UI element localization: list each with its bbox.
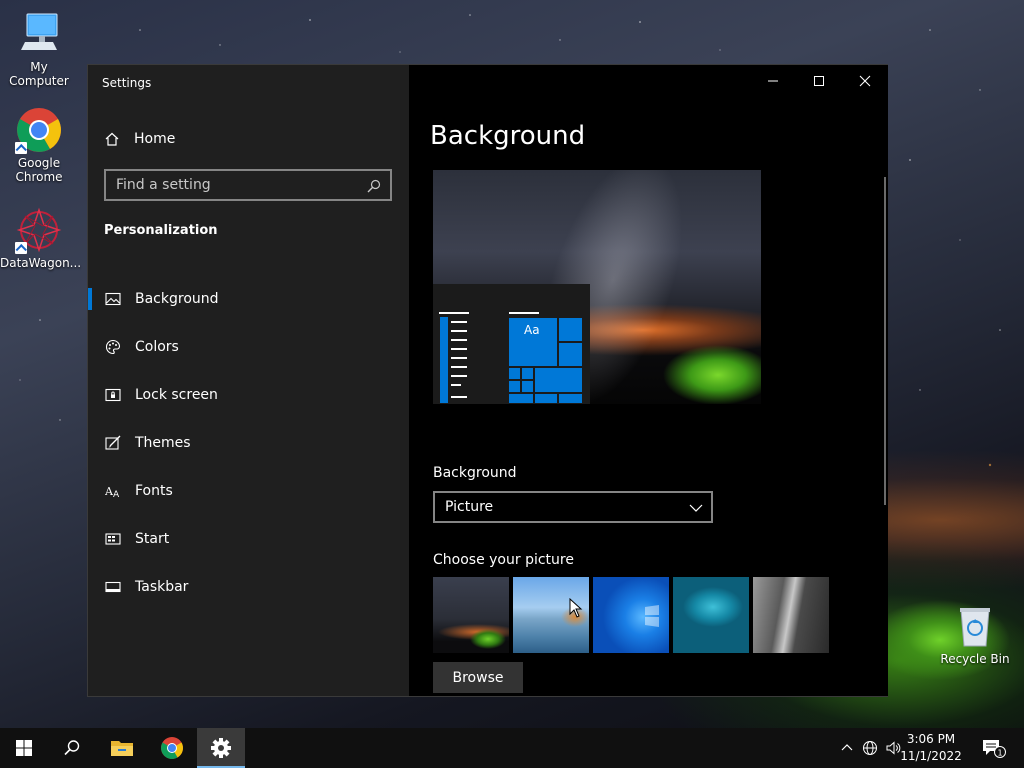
sidebar-item-background[interactable]: Background	[88, 275, 409, 323]
desktop-icon-label: DataWagon...	[0, 256, 82, 270]
search-icon	[64, 740, 80, 756]
action-center-button[interactable]: 1	[982, 738, 1006, 762]
sidebar-item-label: Fonts	[135, 483, 173, 499]
maximize-button[interactable]	[796, 65, 842, 97]
sidebar-item-label: Colors	[135, 339, 179, 355]
mouse-cursor-icon	[569, 598, 583, 618]
sidebar-item-lock-screen[interactable]: Lock screen	[88, 371, 409, 419]
search-icon[interactable]	[366, 178, 382, 194]
window-controls	[750, 65, 888, 97]
chrome-icon	[161, 737, 183, 759]
datawagon-icon	[15, 206, 63, 254]
chevron-up-icon[interactable]	[840, 740, 854, 754]
taskbar-chrome[interactable]	[148, 728, 196, 768]
windows-start-icon	[16, 740, 32, 756]
dropdown-value: Picture	[445, 499, 494, 515]
network-globe-icon[interactable]	[862, 740, 878, 756]
home-icon	[105, 132, 119, 146]
taskbar-clock[interactable]: 3:06 PM 11/1/2022	[896, 731, 966, 765]
search-input[interactable]	[116, 177, 356, 193]
picture-thumbnail[interactable]	[673, 577, 749, 653]
sidebar-item-taskbar[interactable]: Taskbar	[88, 563, 409, 611]
settings-sidebar: Settings Home Personalization Background	[88, 65, 409, 696]
preview-sample-text: Aa	[524, 323, 540, 337]
start-icon	[105, 533, 121, 545]
home-link[interactable]: Home	[104, 127, 175, 151]
lock-screen-icon	[105, 388, 121, 402]
picture-thumbnails	[433, 577, 833, 653]
page-title: Background	[430, 121, 586, 151]
taskbar-settings[interactable]	[197, 728, 245, 768]
sidebar-item-label: Themes	[135, 435, 191, 451]
palette-icon	[105, 339, 121, 355]
clock-date: 11/1/2022	[900, 749, 962, 763]
svg-text:A: A	[113, 490, 120, 499]
sidebar-item-label: Start	[135, 531, 170, 547]
computer-icon	[15, 10, 63, 58]
shortcut-arrow-icon	[15, 242, 27, 254]
section-title: Personalization	[104, 223, 218, 238]
windows-logo-icon	[645, 605, 659, 627]
folder-icon	[111, 741, 133, 756]
desktop-icon-label: My Computer	[9, 60, 69, 88]
background-type-dropdown[interactable]: Picture	[433, 491, 713, 523]
desktop-icon-label: Google Chrome	[15, 156, 63, 184]
sidebar-item-label: Taskbar	[135, 579, 189, 595]
desktop-icon-label: Recycle Bin	[940, 652, 1010, 666]
preview-sidebar-bar	[439, 316, 449, 404]
picture-thumbnail[interactable]	[753, 577, 829, 653]
notification-icon: 1	[983, 740, 1006, 758]
close-icon	[859, 75, 871, 87]
sidebar-item-colors[interactable]: Colors	[88, 323, 409, 371]
settings-window: Settings Home Personalization Background	[87, 64, 888, 697]
content-scrollbar[interactable]	[884, 177, 886, 505]
fonts-icon: A A	[105, 485, 120, 499]
find-setting-search[interactable]	[104, 169, 392, 201]
settings-content: Background Aa Background Picture Choose …	[409, 65, 888, 696]
sidebar-item-label: Background	[135, 291, 219, 307]
desktop-icon-my-computer[interactable]: My Computer	[0, 10, 78, 88]
home-label: Home	[134, 131, 176, 147]
notification-count: 1	[997, 749, 1002, 758]
shortcut-arrow-icon	[15, 142, 27, 154]
picture-icon	[105, 292, 121, 306]
sidebar-item-themes[interactable]: Themes	[88, 419, 409, 467]
sidebar-item-fonts[interactable]: A A Fonts	[88, 467, 409, 515]
taskbar: 3:06 PM 11/1/2022 1	[0, 728, 1024, 768]
gear-icon	[211, 738, 231, 758]
choose-picture-label: Choose your picture	[433, 552, 574, 568]
start-button[interactable]	[0, 728, 48, 768]
desktop-icon-google-chrome[interactable]: Google Chrome	[0, 106, 78, 184]
recycle-bin-icon	[951, 602, 999, 650]
close-button[interactable]	[842, 65, 888, 97]
window-title: Settings	[102, 76, 152, 90]
taskbar-file-explorer[interactable]	[98, 728, 146, 768]
minimize-icon	[768, 80, 778, 82]
taskbar-icon	[105, 581, 121, 593]
background-label: Background	[433, 465, 517, 481]
chrome-icon	[15, 106, 63, 154]
desktop-icon-recycle-bin[interactable]: Recycle Bin	[936, 602, 1014, 666]
picture-thumbnail[interactable]	[593, 577, 669, 653]
chevron-down-icon	[689, 504, 703, 512]
sidebar-item-start[interactable]: Start	[88, 515, 409, 563]
taskbar-search-button[interactable]	[48, 728, 96, 768]
minimize-button[interactable]	[750, 65, 796, 97]
personalization-nav: Background Colors Lock screen Themes A A…	[88, 275, 409, 611]
themes-icon	[105, 435, 121, 450]
browse-button[interactable]: Browse	[433, 662, 523, 693]
clock-time: 3:06 PM	[906, 732, 956, 746]
desktop-icon-datawagon[interactable]: DataWagon...	[0, 206, 82, 270]
background-preview: Aa	[433, 170, 761, 404]
maximize-icon	[814, 76, 824, 86]
picture-thumbnail[interactable]	[433, 577, 509, 653]
sidebar-item-label: Lock screen	[135, 387, 218, 403]
